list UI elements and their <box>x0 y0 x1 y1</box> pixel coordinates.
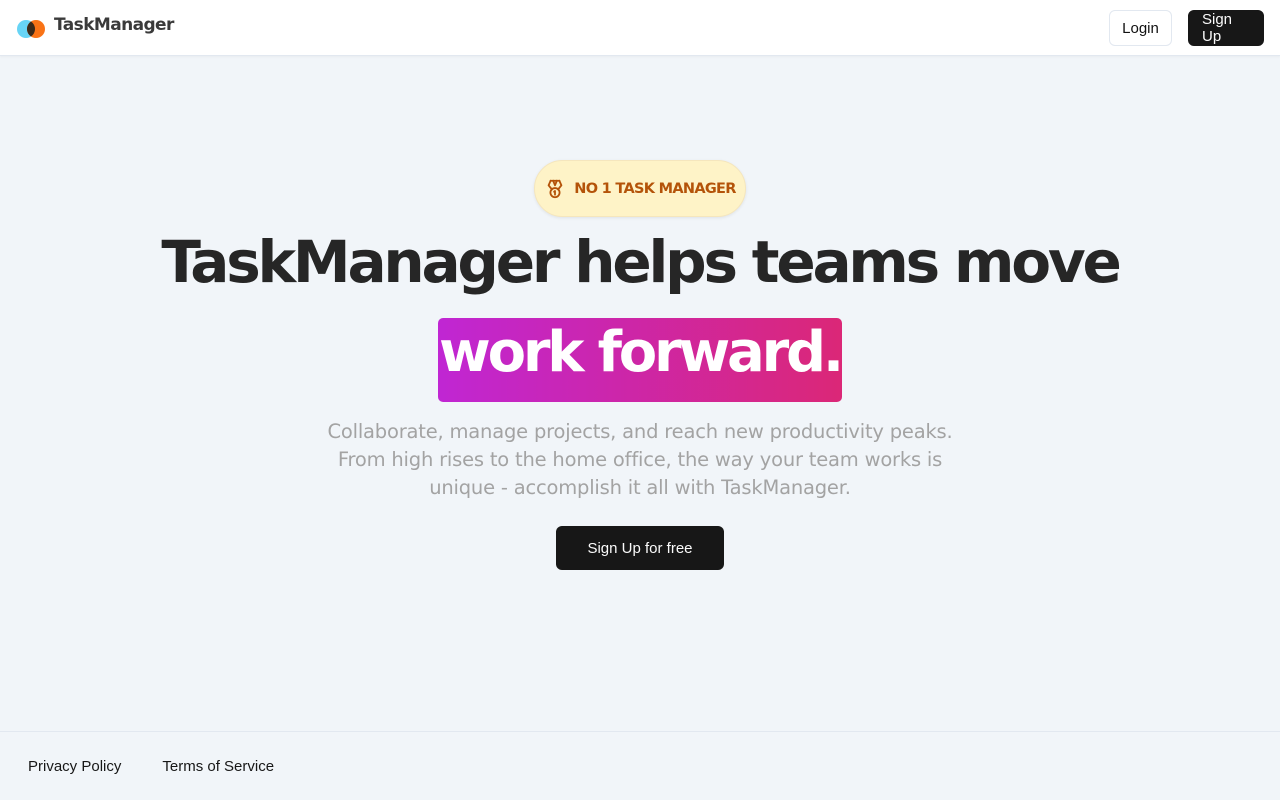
privacy-policy-link[interactable]: Privacy Policy <box>28 758 121 775</box>
brand-name: TaskManager <box>54 15 174 35</box>
medal-icon <box>547 179 563 198</box>
logo-icon <box>17 20 45 38</box>
footer-links: Privacy Policy Terms of Service <box>28 758 274 775</box>
terms-of-service-link[interactable]: Terms of Service <box>162 758 274 775</box>
hero-headline: TaskManager helps teams move <box>161 228 1121 296</box>
hero-subtext: Collaborate, manage projects, and reach … <box>300 418 980 502</box>
subtext-line: From high rises to the home office, the … <box>337 448 943 471</box>
hero-highlight: work forward. <box>438 318 844 402</box>
signup-free-button[interactable]: Sign Up for free <box>556 526 724 570</box>
top-navbar: TaskManager Login Sign Up <box>0 0 1280 56</box>
login-button[interactable]: Login <box>1109 10 1172 46</box>
top-badge: No 1 task manager <box>534 160 746 217</box>
badge-text: No 1 task manager <box>574 180 736 197</box>
brand-home-link[interactable]: TaskManager <box>16 14 174 42</box>
signup-button[interactable]: Sign Up <box>1188 10 1264 46</box>
nav-actions: Login Sign Up <box>1109 10 1264 46</box>
footer: Privacy Policy Terms of Service <box>0 731 1280 800</box>
subtext-line: unique - accomplish it all with TaskMana… <box>429 476 851 499</box>
subtext-line: Collaborate, manage projects, and reach … <box>327 420 953 443</box>
